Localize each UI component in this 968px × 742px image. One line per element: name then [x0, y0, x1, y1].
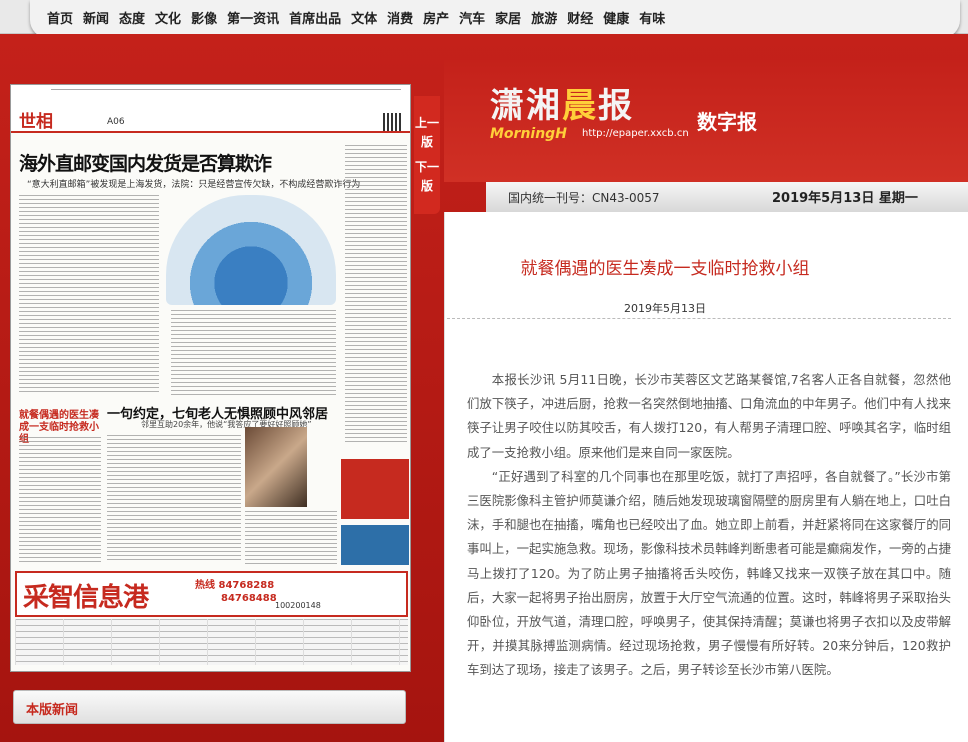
page-headline[interactable]: 海外直邮变国内发货是否算欺诈 [19, 149, 272, 176]
classified-ad-grid [15, 619, 408, 665]
classified-ad-banner: 采智信息港 热线 84768288 84768488 100200148 [15, 571, 408, 617]
nav-item-chief[interactable]: 首席出品 [284, 8, 346, 27]
nav-item-first-info[interactable]: 第一资讯 [222, 8, 284, 27]
ad-phone-3: 100200148 [275, 601, 321, 610]
issue-date: 2019年5月13日 星期一 [772, 191, 918, 206]
section-tag: 世相 [19, 112, 53, 132]
text-column [171, 310, 336, 395]
ad-block [341, 459, 409, 519]
nav-item-culture[interactable]: 文化 [150, 8, 186, 27]
nav-item-auto[interactable]: 汽车 [454, 8, 490, 27]
ad-title: 采智信息港 [23, 583, 149, 613]
page-news-box: 本版新闻 [13, 690, 406, 724]
nav-item-consumer[interactable]: 消费 [382, 8, 418, 27]
ad-block [341, 525, 409, 565]
article-title: 就餐偶遇的医生凑成一支临时抢救小组 [520, 259, 810, 279]
nav-item-news[interactable]: 新闻 [78, 8, 114, 27]
nav-item-attitude[interactable]: 态度 [114, 8, 150, 27]
text-column [19, 437, 101, 565]
nav-item-realestate[interactable]: 房产 [418, 8, 454, 27]
page-subhead: “意大利直邮箱”被发现是上海发货，法院：只是经营宣传欠缺，不构成经营欺诈行为 [27, 180, 361, 190]
article-date: 2019年5月13日 [624, 302, 706, 315]
nav-item-home[interactable]: 首页 [42, 8, 78, 27]
ad-phone: 热线 84768288 84768488 [195, 579, 277, 605]
next-page-button[interactable]: 下一版 [414, 158, 440, 196]
digital-label: 数字报 [697, 110, 757, 134]
text-column [107, 435, 241, 563]
nav-item-sports[interactable]: 文体 [346, 8, 382, 27]
qr-code-icon [383, 113, 401, 131]
text-column [19, 195, 159, 395]
logo-text-a: 潇湘 [490, 86, 562, 126]
logo[interactable]: 潇湘晨报 [490, 78, 634, 127]
elderly-photo [245, 427, 307, 507]
issue-cn: 国内统一刊号：CN43-0057 [508, 191, 660, 205]
logo-sub: MorningH [490, 126, 567, 142]
nav-item-home-decor[interactable]: 家居 [490, 8, 526, 27]
logo-text-c: 报 [598, 86, 634, 126]
nav-bar: 首页 新闻 态度 文化 影像 第一资讯 首席出品 文体 消费 房产 汽车 家居 … [30, 0, 960, 38]
page-header: 世相 A06 [11, 85, 410, 133]
page-header-rule [51, 89, 401, 92]
nav-item-travel[interactable]: 旅游 [526, 8, 562, 27]
article-paragraph: 本报长沙讯 5月11日晚，长沙市芙蓉区文艺路某餐馆,7名客人正各自就餐，忽然他们… [467, 372, 951, 460]
article-paragraph: “正好遇到了科室的几个同事也在那里吃饭，就打了声招呼，各自就餐了。”长沙市第三医… [467, 468, 951, 678]
version-nav: 上一版 [414, 96, 440, 214]
issue-bar: 国内统一刊号：CN43-0057 2019年5月13日 星期一 [486, 182, 968, 212]
newspaper-page[interactable]: 世相 A06 海外直邮变国内发货是否算欺诈 “意大利直邮箱”被发现是上海发货，法… [10, 84, 411, 672]
nav-item-image[interactable]: 影像 [186, 8, 222, 27]
text-column [345, 145, 407, 445]
prev-page-button[interactable]: 上一版 [414, 96, 440, 152]
ad-phone-1: 84768288 [218, 580, 275, 591]
text-column [245, 511, 337, 565]
nav-item-health[interactable]: 健康 [598, 8, 634, 27]
ad-phone-2: 84768488 [221, 593, 277, 604]
nav-menu: 首页 新闻 态度 文化 影像 第一资讯 首席出品 文体 消费 房产 汽车 家居 … [30, 0, 960, 34]
logo-url: http://epaper.xxcb.cn [582, 128, 689, 139]
nav-item-taste[interactable]: 有味 [634, 8, 670, 27]
page-number: A06 [107, 117, 125, 127]
article-body: 本报长沙讯 5月11日晚，长沙市芙蓉区文艺路某餐馆,7名客人正各自就餐，忽然他们… [467, 368, 951, 683]
divider [447, 318, 951, 319]
logo-text-b: 晨 [562, 86, 598, 126]
ad-phone-label: 热线 [195, 580, 215, 591]
article-panel: 就餐偶遇的医生凑成一支临时抢救小组 2019年5月13日 本报长沙讯 5月11日… [444, 212, 968, 742]
nav-item-finance[interactable]: 财经 [562, 8, 598, 27]
globe-illustration [166, 195, 336, 305]
page-news-title: 本版新闻 [26, 703, 79, 718]
